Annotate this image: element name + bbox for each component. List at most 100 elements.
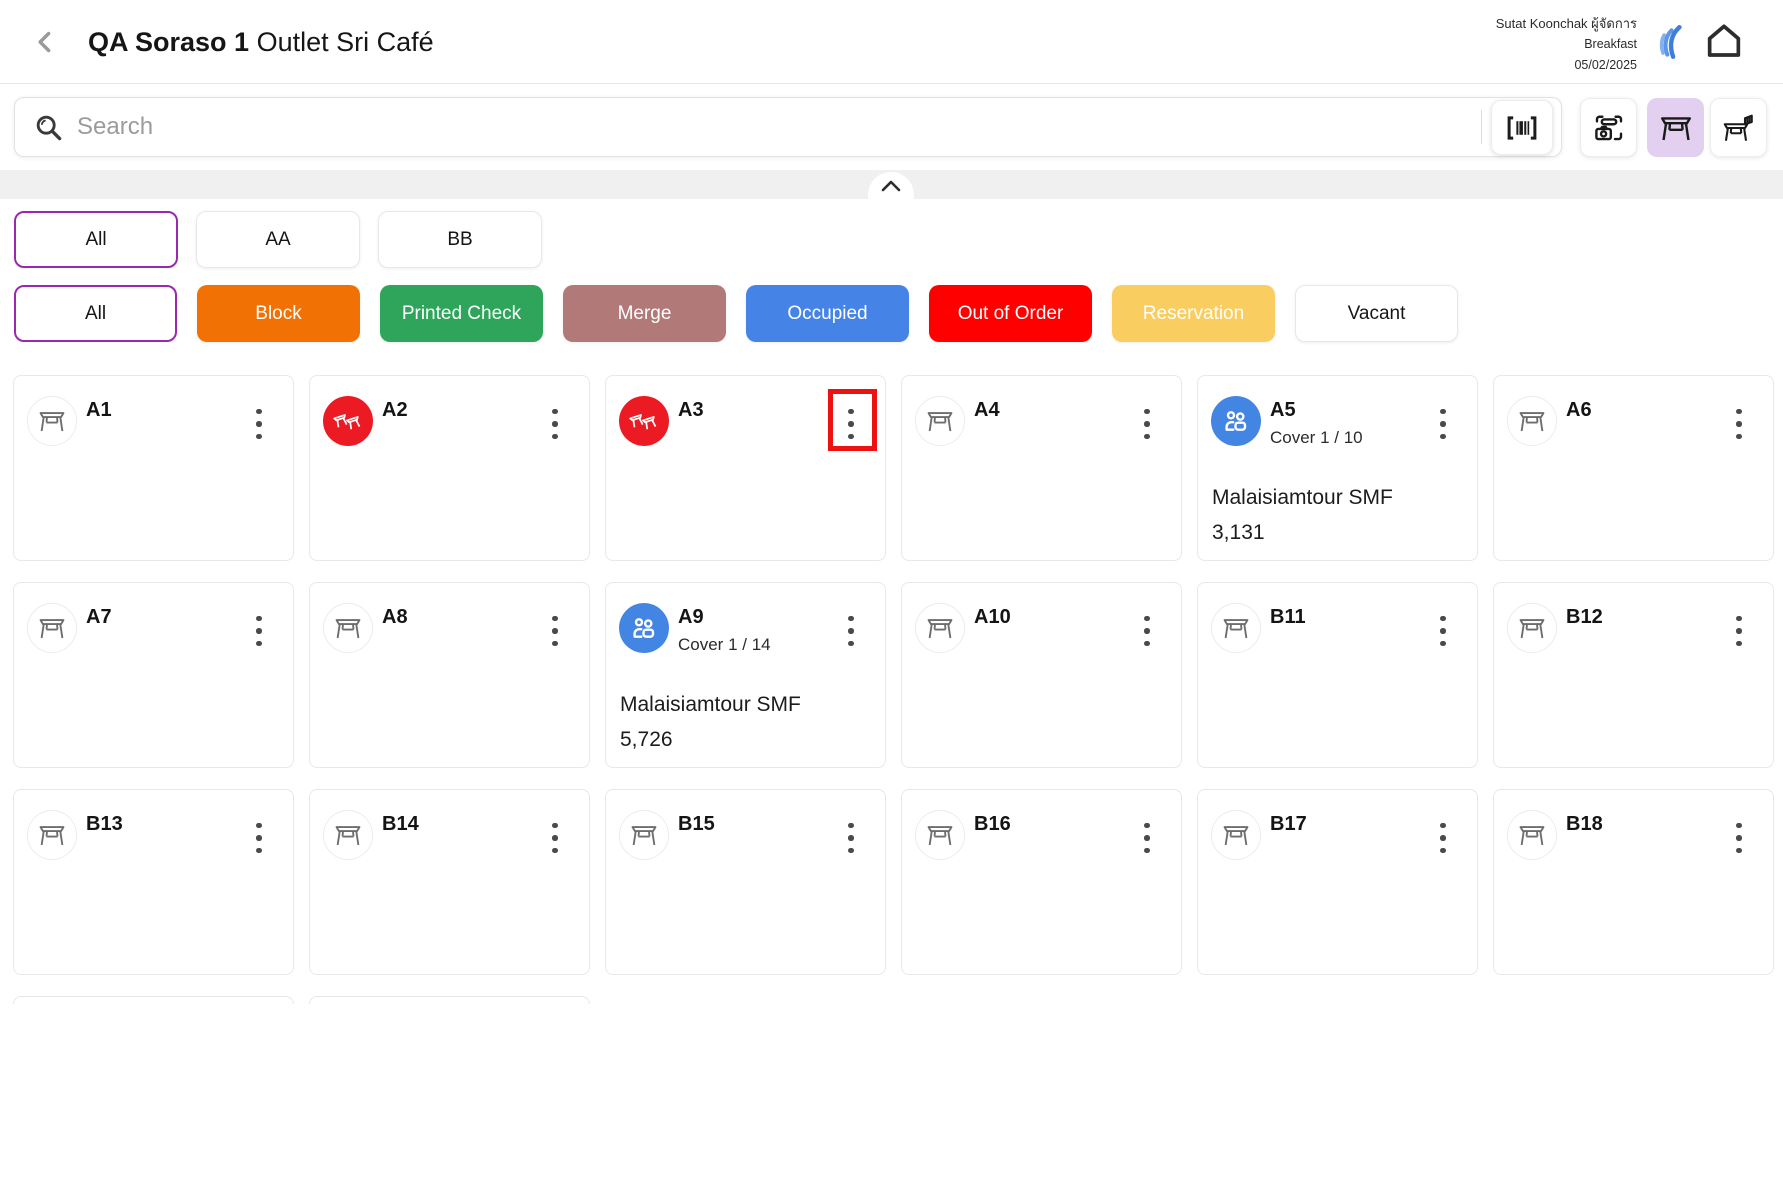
table-card-a10[interactable]: A10 <box>901 582 1182 768</box>
table-name: B13 <box>86 813 123 836</box>
back-chevron-icon <box>30 25 60 59</box>
table-icon <box>915 603 965 653</box>
table-view-icon <box>1658 110 1694 146</box>
page-title: QA Soraso 1 Outlet Sri Café <box>88 25 434 59</box>
barcode-scan-icon <box>1503 111 1541 145</box>
table-name: A7 <box>86 606 112 629</box>
section-filter-bb[interactable]: BB <box>378 211 542 268</box>
table-view-button[interactable] <box>1647 98 1704 157</box>
kebab-menu-button[interactable] <box>1132 607 1162 655</box>
status-filter-occupied[interactable]: Occupied <box>746 285 909 342</box>
table-name: A2 <box>382 399 408 422</box>
kebab-menu-button[interactable] <box>1428 814 1458 862</box>
table-icon <box>1211 810 1261 860</box>
kebab-menu-button[interactable] <box>244 400 274 448</box>
section-filter-all[interactable]: All <box>14 211 178 268</box>
status-filter-printed-check[interactable]: Printed Check <box>380 285 543 342</box>
table-name: A4 <box>974 399 1000 422</box>
home-button[interactable] <box>1701 18 1747 64</box>
check-amount: 3,131 <box>1212 521 1265 545</box>
status-filter-block[interactable]: Block <box>197 285 360 342</box>
table-card-a1[interactable]: A1 <box>13 375 294 561</box>
table-name: B16 <box>974 813 1011 836</box>
meal-period: Breakfast <box>1496 34 1637 55</box>
table-card-b14[interactable]: B14 <box>309 789 590 975</box>
table-chair-view-button[interactable] <box>1710 98 1767 157</box>
search-input[interactable] <box>77 104 1457 150</box>
kebab-menu-button[interactable] <box>1428 607 1458 655</box>
table-card-a5[interactable]: A5 Cover 1 / 10 Malaisiamtour SMF 3,131 <box>1197 375 1478 561</box>
camera-scan-button[interactable] <box>1580 98 1637 157</box>
brand-swoosh-logo <box>1653 24 1689 62</box>
table-card-b15[interactable]: B15 <box>605 789 886 975</box>
kebab-menu-button[interactable] <box>1132 400 1162 448</box>
table-card-partial <box>13 996 294 1004</box>
status-filter-vacant[interactable]: Vacant <box>1295 285 1458 342</box>
table-name: A9 <box>678 606 704 629</box>
table-card-a8[interactable]: A8 <box>309 582 590 768</box>
status-filter-reservation[interactable]: Reservation <box>1112 285 1275 342</box>
table-name: B11 <box>1270 606 1306 629</box>
table-icon <box>915 810 965 860</box>
table-card-b11[interactable]: B11 <box>1197 582 1478 768</box>
status-filter-out-of-order[interactable]: Out of Order <box>929 285 1092 342</box>
kebab-menu-button[interactable] <box>540 400 570 448</box>
table-icon <box>1507 603 1557 653</box>
section-filter-row: All AA BB <box>14 211 542 268</box>
camera-scan-icon <box>1591 110 1627 146</box>
kebab-menu-button[interactable] <box>1724 814 1754 862</box>
table-icon <box>27 603 77 653</box>
table-icon <box>1211 603 1261 653</box>
status-filter-all[interactable]: All <box>14 285 177 342</box>
table-icon <box>27 396 77 446</box>
table-cover-count: Cover 1 / 10 <box>1270 428 1363 448</box>
kebab-menu-button[interactable] <box>244 814 274 862</box>
table-name: A5 <box>1270 399 1296 422</box>
table-card-b18[interactable]: B18 <box>1493 789 1774 975</box>
kebab-menu-button[interactable] <box>836 607 866 655</box>
table-card-b16[interactable]: B16 <box>901 789 1182 975</box>
table-card-b13[interactable]: B13 <box>13 789 294 975</box>
kebab-menu-button[interactable] <box>540 607 570 655</box>
table-card-a4[interactable]: A4 <box>901 375 1182 561</box>
status-filter-merge[interactable]: Merge <box>563 285 726 342</box>
kebab-menu-button[interactable] <box>836 814 866 862</box>
search-bar <box>14 97 1562 157</box>
table-card-a9[interactable]: A9 Cover 1 / 14 Malaisiamtour SMF 5,726 <box>605 582 886 768</box>
table-card-b17[interactable]: B17 <box>1197 789 1478 975</box>
guest-party-icon <box>1211 396 1261 446</box>
table-cards-grid: A1 A2 <box>13 375 1774 1182</box>
table-name: A6 <box>1566 399 1592 422</box>
table-icon <box>323 603 373 653</box>
table-card-a2[interactable]: A2 <box>309 375 590 561</box>
table-card-a6[interactable]: A6 <box>1493 375 1774 561</box>
kebab-menu-button[interactable] <box>1428 400 1458 448</box>
app-header: QA Soraso 1 Outlet Sri Café Sutat Koonch… <box>0 0 1783 84</box>
table-card-b12[interactable]: B12 <box>1493 582 1774 768</box>
kebab-menu-button[interactable] <box>1132 814 1162 862</box>
table-icon <box>619 810 669 860</box>
kebab-menu-button[interactable] <box>1724 607 1754 655</box>
kebab-menu-button[interactable] <box>1724 400 1754 448</box>
table-name: B17 <box>1270 813 1307 836</box>
session-info: Sutat Koonchak ผู้จัดการ Breakfast 05/02… <box>1496 13 1637 76</box>
table-icon <box>1507 396 1557 446</box>
table-card-a3[interactable]: A3 <box>605 375 886 561</box>
merged-tables-icon <box>619 396 669 446</box>
section-filter-aa[interactable]: AA <box>196 211 360 268</box>
table-cover-count: Cover 1 / 14 <box>678 635 771 655</box>
guest-name: Malaisiamtour SMF <box>620 693 801 717</box>
kebab-menu-button[interactable] <box>244 607 274 655</box>
table-card-a7[interactable]: A7 <box>13 582 294 768</box>
barcode-scan-button[interactable] <box>1491 100 1553 155</box>
back-button[interactable] <box>26 22 64 62</box>
chevron-up-icon <box>879 178 903 194</box>
search-icon <box>33 112 64 143</box>
kebab-menu-button[interactable] <box>540 814 570 862</box>
table-name: B15 <box>678 813 715 836</box>
business-date: 05/02/2025 <box>1496 55 1637 76</box>
annotation-highlight-box <box>828 389 877 451</box>
collapse-panel-button[interactable] <box>868 172 914 218</box>
table-icon <box>323 810 373 860</box>
table-icon <box>915 396 965 446</box>
